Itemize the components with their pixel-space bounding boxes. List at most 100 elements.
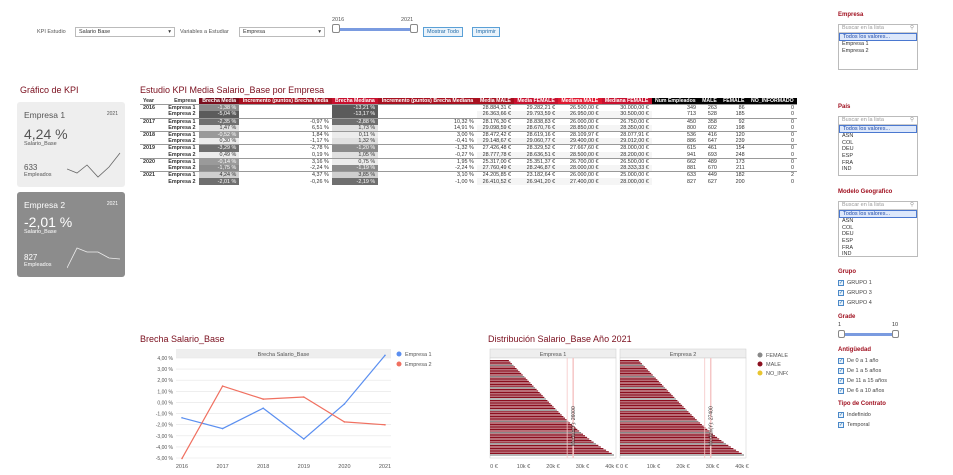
distribution-bar[interactable] [620,380,659,382]
checkbox-item[interactable]: ✓ De 1 a 5 años [838,366,918,376]
distribution-bar[interactable] [490,363,512,365]
data-point[interactable] [384,423,386,426]
distribution-bar[interactable] [620,430,710,432]
list-item[interactable]: FRA [839,160,917,167]
distribution-bar[interactable] [620,395,673,397]
table-row[interactable]: 2018 Empresa 1 -0,52 % 1,84 % 0,11 % 3,00 % 28… [140,131,797,139]
column-header[interactable]: Media MALE [476,98,515,105]
distribution-bar[interactable] [620,396,675,398]
distribution-bar[interactable] [490,366,516,368]
data-point[interactable] [221,427,224,430]
year-slider-track[interactable] [336,28,416,31]
data-point[interactable] [343,403,346,405]
distribution-bar[interactable] [620,433,714,435]
distribution-bar[interactable] [490,401,549,403]
distribution-bar[interactable] [620,416,694,418]
variables-select[interactable]: Empresa ▾ [239,27,325,37]
grado-min-handle[interactable] [838,330,845,338]
distribution-bar[interactable] [620,420,699,422]
distribution-bar[interactable] [620,409,687,411]
distribution-bar[interactable] [620,419,697,421]
list-item[interactable]: Empresa 1 [839,41,917,48]
pais-list[interactable]: Buscar en la lista ⚲ Todos los valores... A… [838,116,918,176]
distribution-bar[interactable] [490,384,532,386]
distribution-bar[interactable] [490,392,540,394]
distribution-bar[interactable] [620,428,708,430]
distribution-bar[interactable] [620,425,704,427]
distribution-bar[interactable] [620,411,689,413]
distribution-bar[interactable] [620,422,701,424]
column-header[interactable]: Media FEMALE [514,98,559,105]
checkbox-item[interactable]: ✓ De 11 a 15 años [838,376,918,386]
distribution-bar[interactable] [620,374,653,376]
kpi-card-empresa-2[interactable]: Empresa 2 2021 -2,01 % Salario_Base 827 … [17,192,125,277]
data-point[interactable] [262,398,264,400]
data-point[interactable] [343,421,346,423]
year-slider-min-handle[interactable] [332,24,340,33]
distribution-bar[interactable] [620,432,712,434]
distribution-bar[interactable] [620,451,739,453]
grado-slider[interactable]: 1 10 [838,322,918,342]
distribution-bar[interactable] [490,444,599,446]
table-row[interactable]: Empresa 2 -1,75 % -2,24 % -1,19 % -2,24 % 27.… [140,164,797,172]
distribution-bar[interactable] [490,416,564,418]
checkbox-checked-icon[interactable]: ✓ [838,300,844,306]
list-item[interactable]: Todos los valores... [839,32,917,42]
distribution-bar[interactable] [490,427,576,429]
table-row[interactable]: 2016 Empresa 1 -1,38 % -13,21 % 28.884,31 € 2… [140,104,797,112]
distribution-bar[interactable] [620,363,642,365]
distribution-bar[interactable] [490,360,509,362]
distribution-bar[interactable] [620,393,672,395]
distribution-bar[interactable] [490,454,614,456]
list-search-input[interactable]: Buscar en la lista ⚲ [839,202,917,210]
data-point[interactable] [181,457,183,460]
distribution-bar[interactable] [490,368,517,370]
distribution-bar[interactable] [490,395,543,397]
distribution-bar[interactable] [490,372,522,374]
distribution-bar[interactable] [620,404,683,406]
checkbox-item[interactable]: ✓ GRUPO 1 [838,278,918,288]
table-row[interactable]: Empresa 2 -5,04 % -13,17 % 26.363,66 €29.79… [140,111,797,119]
distribution-bar[interactable] [620,401,679,403]
distribution-bar[interactable] [490,448,604,450]
checkbox-checked-icon[interactable]: ✓ [838,378,844,384]
table-row[interactable]: Empresa 2 0,49 % 0,19 % 1,05 % -0,27 % 28.777… [140,151,797,159]
distribution-bar[interactable] [490,420,569,422]
distribution-bar[interactable] [620,452,742,454]
checkbox-item[interactable]: ✓ GRUPO 4 [838,298,918,308]
distribution-bar[interactable] [620,417,696,419]
grado-slider-track[interactable] [841,333,896,336]
distribution-bar[interactable] [490,452,612,454]
distribution-bar[interactable] [620,376,655,378]
distribution-bar[interactable] [490,374,523,376]
checkbox-checked-icon[interactable]: ✓ [838,388,844,394]
distribution-bar[interactable] [490,387,536,389]
distribution-bar[interactable] [620,448,734,450]
distribution-bar[interactable] [490,446,601,448]
series-line[interactable] [181,354,386,440]
distribution-bar[interactable] [620,406,684,408]
distribution-bar[interactable] [490,412,561,414]
table-row[interactable]: Empresa 2 0,30 % -1,17 % 1,32 % -0,41 % 29.14… [140,138,797,145]
distribution-bar[interactable] [620,368,647,370]
distribution-bar[interactable] [490,376,525,378]
checkbox-checked-icon[interactable]: ✓ [838,280,844,286]
distribution-bar[interactable] [490,422,571,424]
distribution-bar[interactable] [490,379,528,381]
data-point[interactable] [181,416,183,419]
distribution-bar[interactable] [620,427,706,429]
distribution-bar[interactable] [490,414,562,416]
distribution-bar[interactable] [620,385,664,387]
distribution-bar[interactable] [490,425,574,427]
list-item[interactable]: Todos los valores... [839,209,917,219]
distribution-bar[interactable] [620,403,681,405]
distribution-bar[interactable] [620,408,686,410]
kpi-study-select[interactable]: Salario Base ▾ [75,27,175,37]
list-item[interactable]: ASN [839,218,917,225]
distribution-bar[interactable] [490,369,519,371]
distribution-bar[interactable] [490,409,557,411]
distribution-bar[interactable] [490,380,529,382]
distribution-bar[interactable] [490,393,542,395]
distribution-bar[interactable] [490,398,546,400]
distribution-bar[interactable] [490,430,580,432]
